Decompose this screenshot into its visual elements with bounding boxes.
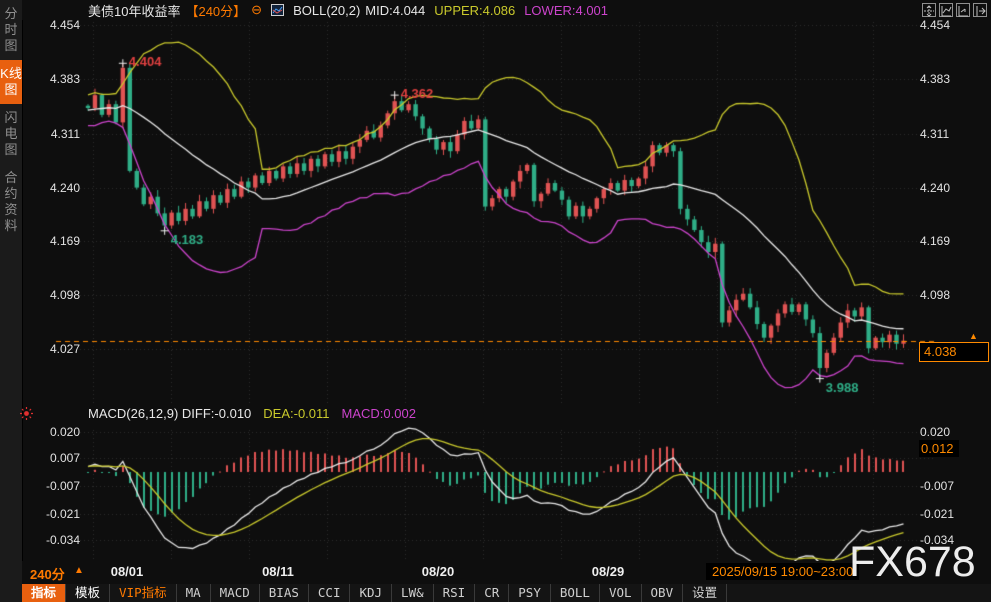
macd-tick-right: 0.020 xyxy=(920,424,968,440)
boll-lower-value: LOWER:4.001 xyxy=(524,3,608,18)
tab-obv[interactable]: OBV xyxy=(642,584,684,602)
last-price-box: 4.038 xyxy=(919,342,989,362)
boll-mid-value: MID:4.044 xyxy=(365,3,425,18)
price-tick-left: 4.383 xyxy=(32,71,80,87)
zoom-chart-icon[interactable] xyxy=(939,3,953,17)
macd-tick-left: 0.007 xyxy=(32,450,80,466)
period-selector[interactable]: 240分 xyxy=(30,564,65,583)
price-marker-arrow: ▲ xyxy=(969,331,978,341)
price-tick-right: 4.454 xyxy=(920,17,968,33)
macd-bar-value: MACD:0.002 xyxy=(342,406,416,421)
tab-bias[interactable]: BIAS xyxy=(260,584,309,602)
tab-cr[interactable]: CR xyxy=(475,584,509,602)
period-label[interactable]: 【240分】 xyxy=(185,1,246,20)
date-tick: 08/11 xyxy=(255,564,301,579)
date-tick: 08/29 xyxy=(585,564,631,579)
chart-shift-icon[interactable] xyxy=(956,3,970,17)
period-arrow-icon[interactable]: ▲ xyxy=(74,565,84,576)
collapse-icon[interactable]: ⊖ xyxy=(251,2,262,18)
sidebar-tab-kline[interactable]: K线图 xyxy=(0,60,22,104)
macd-header: MACD(26,12,9) DIFF:-0.010 DEA:-0.011 MAC… xyxy=(88,406,416,421)
price-tick-right: 4.098 xyxy=(920,287,968,303)
tab-boll[interactable]: BOLL xyxy=(551,584,600,602)
boll-label: BOLL(20,2) xyxy=(293,3,360,18)
macd-current-box: 0.012 xyxy=(919,440,959,457)
tab-lw[interactable]: LW& xyxy=(392,584,434,602)
sidebar-tab-time-chart[interactable]: 分时图 xyxy=(0,0,22,60)
tab-settings[interactable]: 设置 xyxy=(683,584,727,602)
tab-vol[interactable]: VOL xyxy=(600,584,642,602)
price-tick-left: 4.311 xyxy=(32,126,80,142)
x-axis-row: 240分 ▲ 08/01 08/11 08/20 08/29 2025/09/1… xyxy=(22,561,991,584)
price-tick-left: 4.240 xyxy=(32,180,80,196)
mini-chart-icon xyxy=(271,4,284,16)
boll-upper-value: UPPER:4.086 xyxy=(434,3,515,18)
tab-macd[interactable]: MACD xyxy=(211,584,260,602)
tab-indicator[interactable]: 指标 xyxy=(22,584,66,602)
tab-template[interactable]: 模板 xyxy=(66,584,110,602)
chart-toolbar xyxy=(922,3,987,17)
price-tick-left: 4.098 xyxy=(32,287,80,303)
macd-name-diff: MACD(26,12,9) DIFF:-0.010 xyxy=(88,406,251,421)
tab-ma[interactable]: MA xyxy=(177,584,211,602)
price-tick-right: 4.383 xyxy=(920,71,968,87)
crosshair-pan-icon[interactable] xyxy=(922,3,936,17)
kline-app-window: { "title_bar": { "symbol": "美债10年收益率", "… xyxy=(0,0,991,602)
price-tick-left: 4.454 xyxy=(32,17,80,33)
sidebar-tab-flash-chart[interactable]: 闪电图 xyxy=(0,104,22,164)
macd-tick-right: -0.021 xyxy=(920,506,968,522)
date-tick: 08/01 xyxy=(104,564,150,579)
red-dot-icon[interactable] xyxy=(19,406,34,426)
tab-rsi[interactable]: RSI xyxy=(434,584,476,602)
price-tick-right: 4.169 xyxy=(920,233,968,249)
indicator-tab-bar: 指标 模板 VIP指标 MA MACD BIAS CCI KDJ LW& RSI… xyxy=(22,584,991,602)
chart-canvas[interactable] xyxy=(22,20,991,583)
sidebar-tab-contract-info[interactable]: 合约资料 xyxy=(0,164,22,240)
tab-cci[interactable]: CCI xyxy=(309,584,351,602)
macd-tick-right: -0.007 xyxy=(920,478,968,494)
macd-tick-left: -0.034 xyxy=(32,532,80,548)
symbol-title: 美债10年收益率 xyxy=(88,1,180,20)
price-tick-right: 4.240 xyxy=(920,180,968,196)
tab-vip-indicator[interactable]: VIP指标 xyxy=(110,584,177,602)
tab-kdj[interactable]: KDJ xyxy=(350,584,392,602)
macd-tick-left: 0.020 xyxy=(32,424,80,440)
macd-tick-left: -0.021 xyxy=(32,506,80,522)
chart-title-bar: 美债10年收益率 【240分】 ⊖ BOLL(20,2) MID:4.044 U… xyxy=(22,0,991,20)
jump-latest-icon[interactable] xyxy=(973,3,987,17)
left-sidebar: 分时图 K线图 闪电图 合约资料 xyxy=(0,0,23,602)
macd-tick-left: -0.007 xyxy=(32,478,80,494)
tab-psy[interactable]: PSY xyxy=(509,584,551,602)
price-tick-left: 4.027 xyxy=(32,341,80,357)
date-tick: 08/20 xyxy=(415,564,461,579)
macd-dea-value: DEA:-0.011 xyxy=(263,406,329,421)
price-tick-left: 4.169 xyxy=(32,233,80,249)
price-tick-right: 4.311 xyxy=(920,126,968,142)
cursor-datetime-badge: 2025/09/15 19:00~23:00 xyxy=(706,563,859,580)
fx678-watermark: FX678 xyxy=(849,538,976,587)
